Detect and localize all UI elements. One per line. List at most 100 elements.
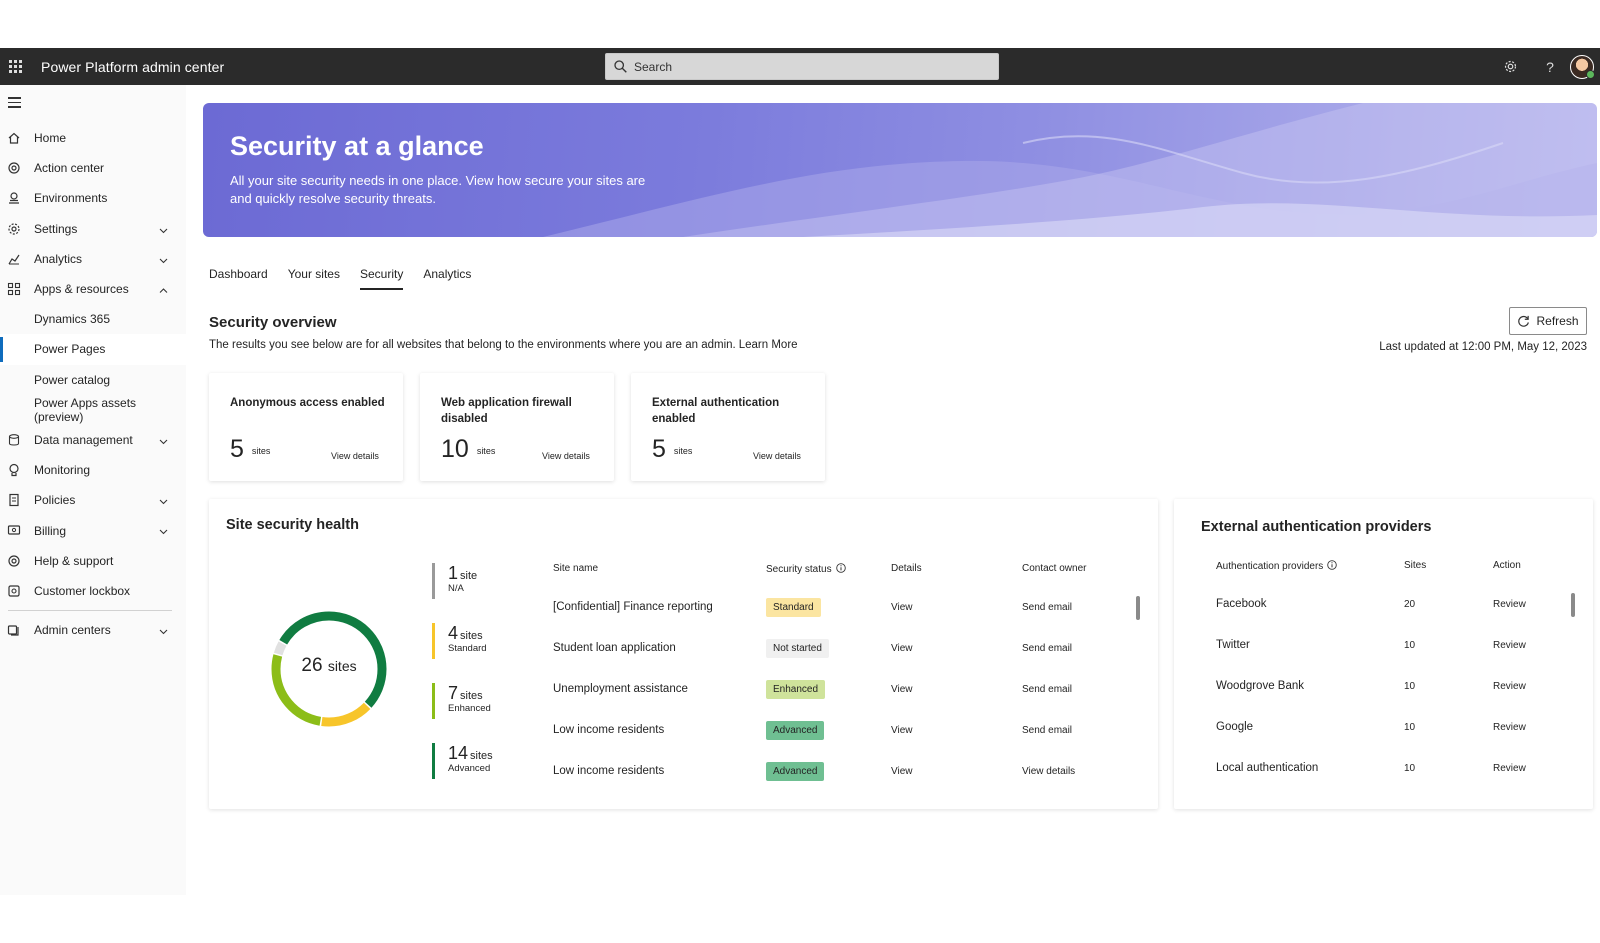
sidebar-item-power-apps-assets-preview[interactable]: Power Apps assets (preview) — [0, 395, 186, 425]
site-name[interactable]: [Confidential] Finance reporting — [553, 601, 713, 613]
stat-card-number: 10 — [441, 435, 469, 463]
column-header-label: Details — [891, 563, 922, 574]
donut-total-unit: sites — [327, 658, 357, 674]
sidebar-item-label: Dynamics 365 — [34, 312, 111, 327]
sidebar-item-label: Policies — [34, 493, 76, 508]
review-link[interactable]: Review — [1493, 763, 1526, 774]
view-link[interactable]: View — [891, 602, 913, 613]
view-details-link[interactable]: View details — [542, 451, 590, 461]
review-link[interactable]: Review — [1493, 681, 1526, 692]
provider-site-count: 10 — [1404, 681, 1416, 692]
waffle-icon — [8, 60, 22, 73]
column-header-label: Site name — [553, 563, 599, 574]
avatar[interactable] — [1570, 54, 1595, 79]
sidebar-item-dynamics-365[interactable]: Dynamics 365 — [0, 304, 186, 334]
contact-owner-link[interactable]: Send email — [1022, 643, 1072, 654]
help-button[interactable]: ? — [1530, 48, 1570, 85]
sidebar-item-apps-resources[interactable]: Apps & resources — [0, 274, 186, 304]
learn-more-link[interactable]: Learn More — [739, 339, 798, 351]
site-name[interactable]: Low income residents — [553, 765, 664, 777]
sidebar-item-environments[interactable]: Environments — [0, 183, 186, 213]
view-details-link[interactable]: View details — [753, 451, 801, 461]
chevron-down-icon — [159, 625, 168, 635]
site-name[interactable]: Student loan application — [553, 642, 676, 654]
sidebar-item-billing[interactable]: Billing — [0, 515, 186, 545]
admin-centers-icon — [7, 623, 21, 637]
home-icon — [7, 131, 21, 145]
view-details-link[interactable]: View details — [331, 451, 379, 461]
auth-table-scrollbar[interactable] — [1571, 593, 1575, 617]
donut-total-label: 26 sites — [268, 655, 390, 677]
column-header-label: Sites — [1404, 560, 1427, 571]
search-icon — [614, 60, 627, 73]
stat-card-number: 5 — [652, 435, 666, 463]
column-header-label: Contact owner — [1022, 563, 1087, 574]
provider-site-count: 10 — [1404, 722, 1416, 733]
column-header: Contact owner — [1022, 563, 1086, 574]
legend-unit: sites — [460, 690, 483, 702]
site-name[interactable]: Unemployment assistance — [553, 683, 688, 695]
sidebar-item-power-catalog[interactable]: Power catalog — [0, 365, 186, 395]
apps-icon — [7, 282, 21, 296]
sidebar-item-label: Apps & resources — [34, 282, 129, 297]
sidebar-item-action-center[interactable]: Action center — [0, 153, 186, 183]
contact-owner-link[interactable]: Send email — [1022, 684, 1072, 695]
view-link[interactable]: View — [891, 766, 913, 777]
health-table-scrollbar[interactable] — [1136, 596, 1140, 620]
sidebar-item-label: Billing — [34, 523, 67, 538]
sidebar-item-power-pages[interactable]: Power Pages — [0, 334, 186, 365]
contact-owner-link[interactable]: Send email — [1022, 602, 1072, 613]
sidebar-item-monitoring[interactable]: Monitoring — [0, 455, 186, 485]
gear-icon — [1504, 60, 1516, 73]
review-link[interactable]: Review — [1493, 599, 1526, 610]
tab-dashboard[interactable]: Dashboard — [209, 267, 268, 290]
tab-analytics[interactable]: Analytics — [423, 267, 471, 290]
column-header: Security status — [766, 563, 846, 576]
data-icon — [7, 433, 21, 447]
stat-card-unit: sites — [476, 446, 496, 456]
review-link[interactable]: Review — [1493, 722, 1526, 733]
sidebar-item-label: Customer lockbox — [34, 583, 131, 598]
sidebar-item-help-support[interactable]: Help & support — [0, 546, 186, 576]
sidebar-item-data-management[interactable]: Data management — [0, 425, 186, 455]
sidebar-item-label: Environments — [34, 191, 108, 206]
stat-card-title: Web application firewall disabled — [441, 397, 572, 425]
site-name[interactable]: Low income residents — [553, 724, 664, 736]
refresh-label: Refresh — [1536, 314, 1579, 328]
refresh-button[interactable]: Refresh — [1509, 307, 1587, 335]
sidebar-item-admin-centers[interactable]: Admin centers — [0, 615, 186, 645]
legend-item: 14 sites Advanced — [432, 743, 493, 781]
stat-card-title: External authentication enabled — [652, 397, 780, 425]
settings-button[interactable] — [1490, 48, 1530, 85]
stat-card-unit: sites — [673, 446, 693, 456]
legend-unit: sites — [470, 750, 493, 762]
review-link[interactable]: Review — [1493, 640, 1526, 651]
view-link[interactable]: View — [891, 725, 913, 736]
contact-owner-link[interactable]: View details — [1022, 766, 1075, 777]
app-launcher-button[interactable] — [0, 48, 30, 85]
search-input[interactable]: Search — [605, 53, 999, 80]
info-icon[interactable] — [835, 563, 846, 576]
sidebar-item-analytics[interactable]: Analytics — [0, 244, 186, 274]
policies-icon — [7, 493, 21, 507]
sidebar-item-label: Monitoring — [34, 463, 91, 478]
view-link[interactable]: View — [891, 684, 913, 695]
view-link[interactable]: View — [891, 643, 913, 654]
legend-category: Standard — [448, 643, 487, 654]
provider-name: Google — [1216, 721, 1254, 733]
sidebar-item-customer-lockbox[interactable]: Customer lockbox — [0, 576, 186, 606]
tab-your-sites[interactable]: Your sites — [288, 267, 340, 290]
app-title[interactable]: Power Platform admin center — [41, 59, 224, 75]
stat-card: Web application firewall disabled 10 sites… — [420, 373, 614, 481]
sidebar-item-home[interactable]: Home — [0, 123, 186, 153]
tab-security[interactable]: Security — [359, 267, 404, 290]
column-header-label: Action — [1493, 560, 1521, 571]
chevron-down-icon — [159, 254, 168, 264]
info-icon[interactable] — [1327, 560, 1338, 573]
legend-count: 4 — [448, 623, 459, 643]
hamburger-menu-icon[interactable] — [8, 97, 21, 111]
contact-owner-link[interactable]: Send email — [1022, 725, 1072, 736]
sidebar-item-settings[interactable]: Settings — [0, 214, 186, 244]
legend-item: 7 sites Enhanced — [432, 683, 491, 721]
sidebar-item-policies[interactable]: Policies — [0, 485, 186, 515]
